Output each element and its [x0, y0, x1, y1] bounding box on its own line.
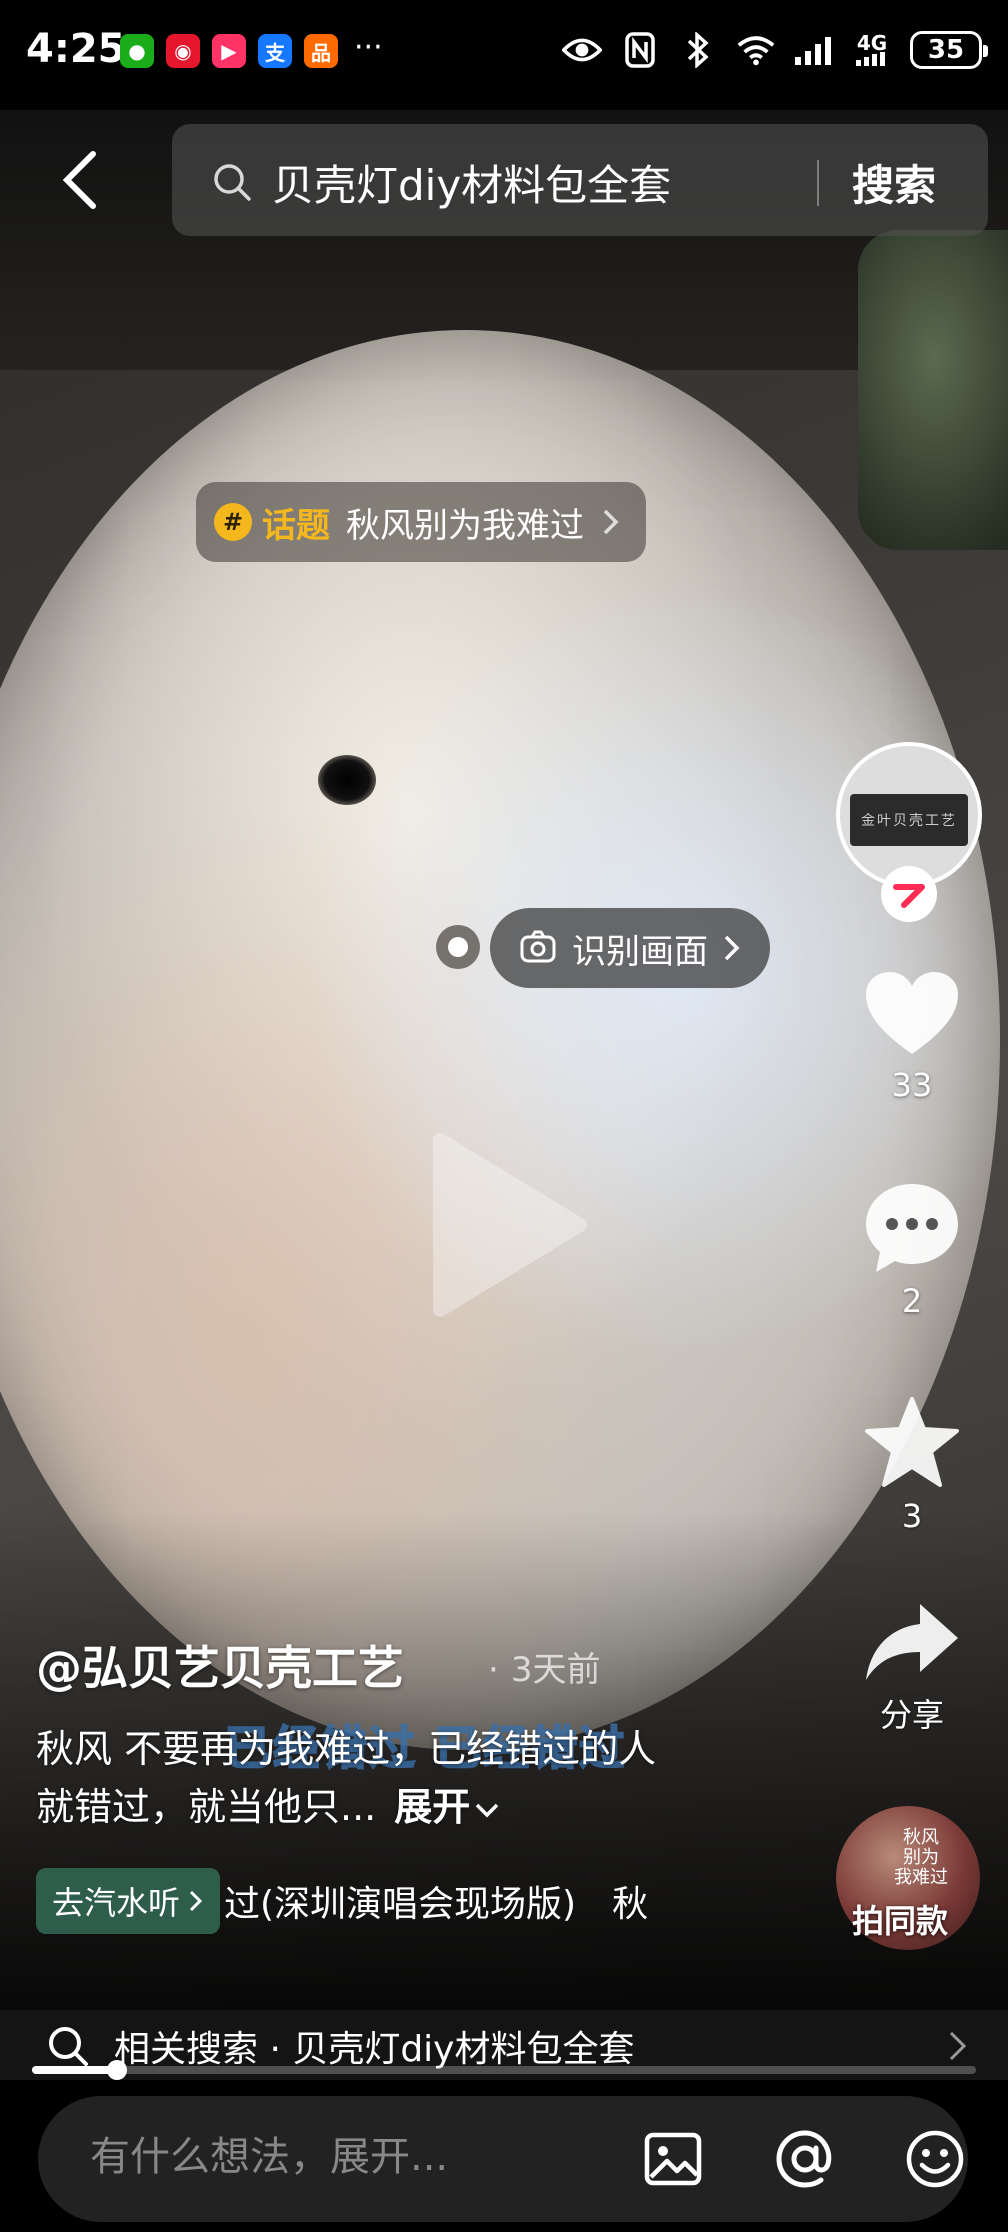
video-progress-bar[interactable] [32, 2060, 976, 2080]
wifi-icon [736, 30, 776, 70]
chevron-right-icon [724, 935, 740, 961]
camera-scan-icon [520, 930, 556, 963]
comment-box[interactable] [38, 2096, 968, 2222]
play-icon[interactable] [420, 1130, 590, 1320]
video-green-object [858, 230, 1008, 550]
share-button[interactable]: 分享 [856, 1600, 968, 1736]
star-icon [865, 1397, 959, 1487]
chevron-right-icon [189, 1890, 203, 1912]
video-shell-hole [318, 755, 376, 805]
music-row[interactable]: 去汽水听 过(深圳演唱会现场版) 秋 [36, 1868, 714, 1934]
weibo-icon: ◉ [166, 34, 200, 68]
music-chip-label: 去汽水听 [52, 1884, 181, 1922]
eye-icon [562, 30, 602, 70]
expand-button[interactable]: 展开 [394, 1785, 500, 1829]
music-title: 过(深圳演唱会现场版) 秋 [224, 1884, 649, 1925]
follow-button[interactable] [881, 866, 937, 922]
topic-label: 话题 [262, 505, 330, 546]
comment-bubble-icon [866, 1184, 958, 1272]
comment-count: 2 [901, 1282, 923, 1320]
wechat-icon: ● [120, 34, 154, 68]
status-indicators: 4G 35 [562, 30, 988, 70]
network-label: 4G [856, 31, 888, 55]
post-time: 3天前 [488, 1642, 601, 1691]
recognize-label: 识别画面 [572, 931, 708, 972]
more-notifications-icon: ··· [354, 30, 383, 65]
expand-label: 展开 [394, 1785, 471, 1829]
shopping-app-icon: 品 [304, 34, 338, 68]
bluetooth-icon [678, 30, 718, 70]
share-label: 分享 [879, 1696, 944, 1734]
search-box[interactable]: 贝壳灯diy材料包全套 搜索 [172, 124, 988, 236]
like-button[interactable]: 33 [856, 970, 968, 1104]
music-disc-text: 秋风 别为 我难过 [894, 1827, 948, 1888]
chevron-down-icon [476, 1803, 499, 1818]
alipay-icon: 支 [258, 34, 292, 68]
related-search-text: 相关搜索 · 贝壳灯diy材料包全套 [114, 2029, 635, 2070]
progress-knob[interactable] [106, 2060, 127, 2080]
search-divider [817, 160, 819, 206]
post-description[interactable]: 秋风 不要再为我难过，已经错过的人就错过，就当他只... 展开 [36, 1720, 686, 1836]
progress-fill [32, 2066, 117, 2074]
chevron-right-icon [949, 2031, 967, 2061]
chevron-right-icon [603, 509, 619, 535]
video-app-icon: ▶ [212, 34, 246, 68]
signal-icon [794, 30, 834, 70]
favorite-count: 3 [901, 1497, 923, 1535]
image-icon[interactable] [638, 2124, 708, 2194]
comment-bar [0, 2090, 1008, 2232]
search-button[interactable]: 搜索 [852, 152, 936, 213]
topic-chip[interactable]: # 话题 秋风别为我难过 [196, 482, 646, 562]
search-icon [49, 2027, 88, 2066]
network-4g-icon: 4G [852, 30, 892, 70]
recognize-hotspot-dot[interactable] [436, 925, 480, 969]
topic-name: 秋风别为我难过 [346, 505, 584, 546]
hashtag-icon: # [214, 503, 252, 541]
heart-icon [866, 972, 958, 1054]
nfc-icon [620, 30, 660, 70]
listen-in-qishui-button[interactable]: 去汽水听 [36, 1868, 221, 1934]
share-arrow-icon [866, 1604, 958, 1680]
back-button[interactable] [44, 140, 114, 220]
recognize-image-button[interactable]: 识别画面 [490, 908, 770, 988]
like-count: 33 [891, 1066, 933, 1104]
battery-indicator: 35 [910, 31, 988, 69]
notification-app-icons: ● ◉ ▶ 支品 ··· [120, 30, 383, 68]
avatar-sign: 金叶贝壳工艺 [850, 794, 968, 846]
search-query[interactable]: 贝壳灯diy材料包全套 [272, 152, 671, 213]
avatar-sign-text: 金叶贝壳工艺 [861, 813, 957, 829]
check-icon [893, 884, 925, 908]
emoji-icon[interactable] [900, 2124, 970, 2194]
status-bar: 4:25 ● ◉ ▶ 支品 ··· 4G 35 [0, 0, 1008, 110]
favorite-button[interactable]: 3 [856, 1395, 968, 1535]
back-arrow-icon [62, 151, 96, 209]
mention-icon[interactable] [770, 2124, 840, 2194]
comment-button[interactable]: 2 [856, 1180, 968, 1320]
author-name[interactable]: @弘贝艺贝壳工艺 [36, 1632, 404, 1698]
description-text: 秋风 不要再为我难过，已经错过的人就错过，就当他只... [36, 1727, 657, 1829]
search-icon [214, 164, 251, 201]
comment-input[interactable] [90, 2134, 590, 2180]
shoot-same-button[interactable]: 拍同款 [852, 1896, 948, 1942]
status-time: 4:25 [26, 26, 126, 72]
